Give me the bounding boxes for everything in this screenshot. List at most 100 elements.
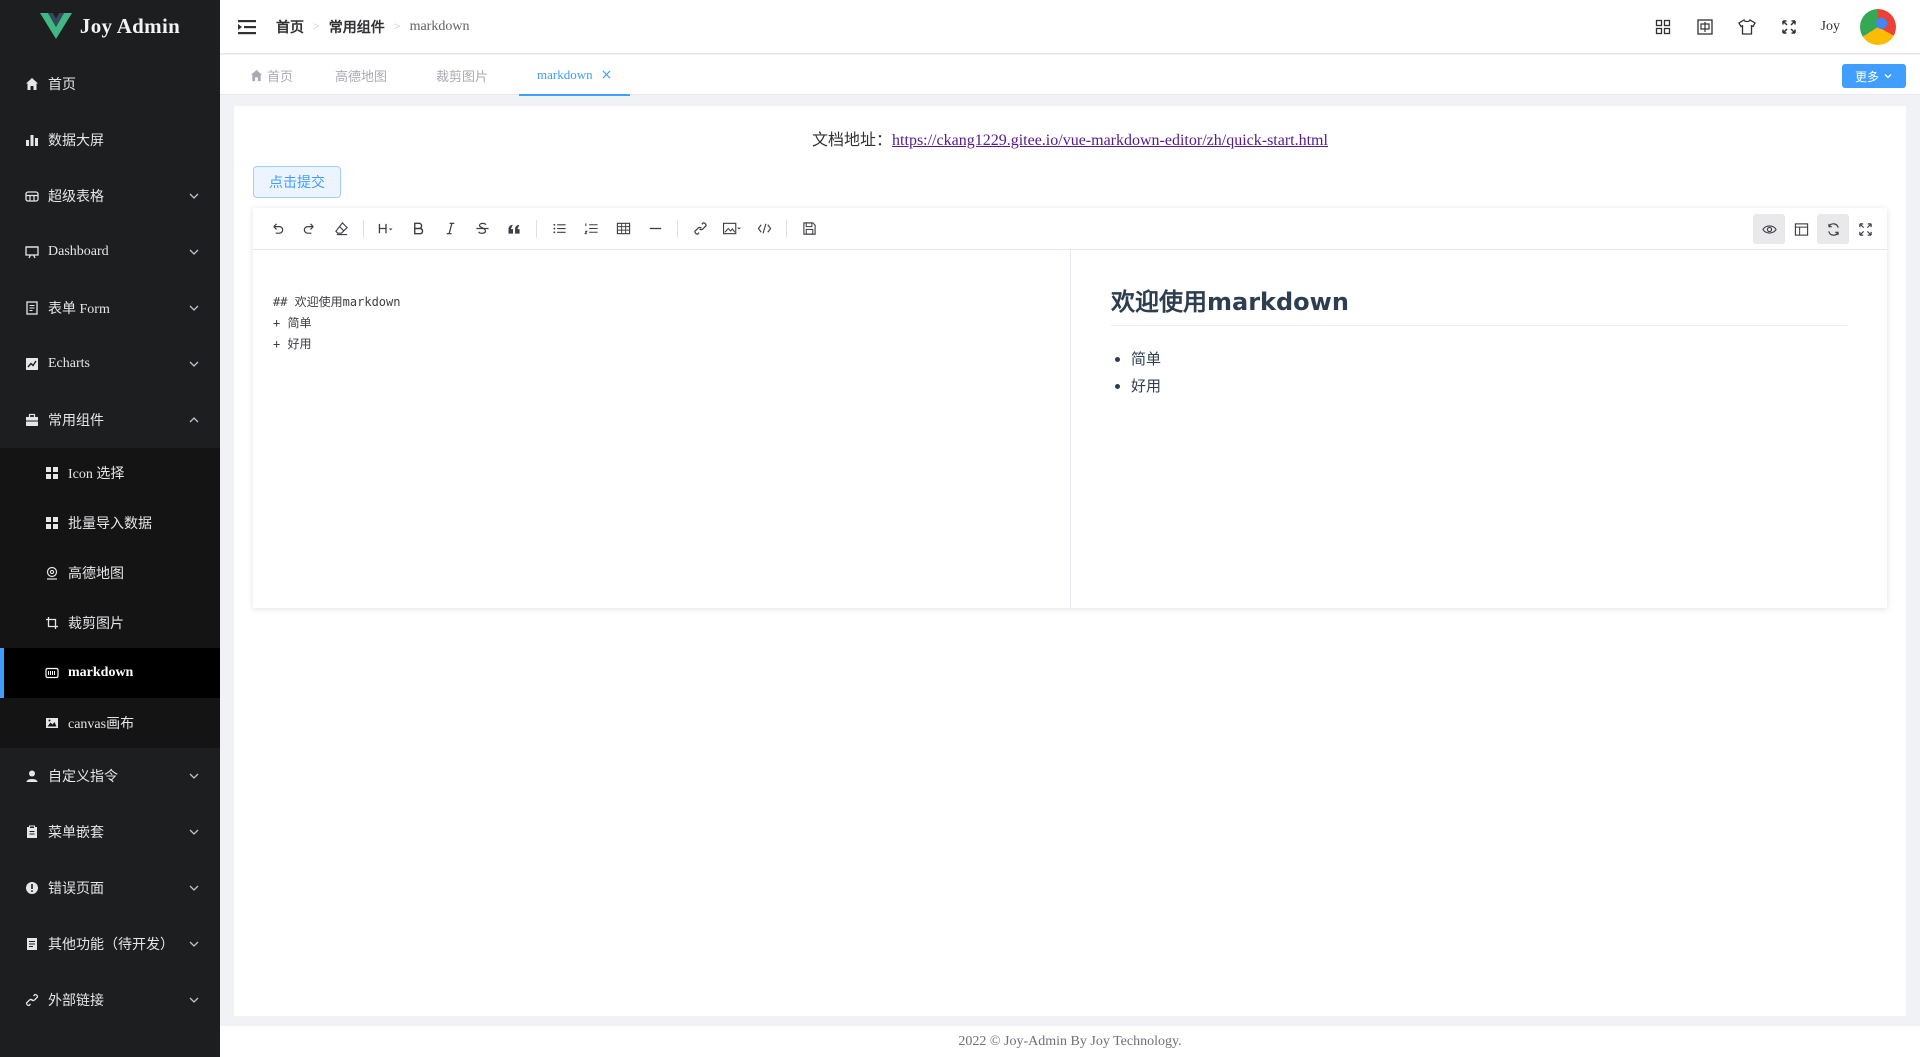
italic-icon[interactable] [434, 214, 466, 244]
tab-crop-image[interactable]: 裁剪图片 [436, 55, 488, 95]
preview-eye-icon[interactable] [1753, 214, 1785, 244]
sidebar-item-label: 自定义指令 [48, 770, 118, 785]
markdown-preview: 欢迎使用markdown 简单 好用 [1071, 250, 1887, 608]
sidebar-item-markdown[interactable]: markdown [0, 648, 220, 698]
sidebar-item-home[interactable]: 首页 [0, 56, 220, 112]
sidebar-item-amap[interactable]: 高德地图 [0, 548, 220, 598]
strikethrough-icon[interactable] [466, 214, 498, 244]
toc-layout-icon[interactable] [1785, 214, 1817, 244]
breadcrumb-item: markdown [409, 18, 470, 34]
sidebar-item-external-link[interactable]: 外部链接 [0, 972, 220, 1028]
breadcrumb-item[interactable]: 首页 [276, 17, 304, 37]
location-icon [44, 565, 60, 581]
link-icon[interactable] [684, 214, 716, 244]
theme-shirt-icon[interactable] [1737, 17, 1757, 37]
clipboard-icon [24, 824, 40, 840]
sidebar-item-icon-select[interactable]: Icon 选择 [0, 448, 220, 498]
sidebar-item-components[interactable]: 常用组件 [0, 392, 220, 448]
markdown-source-textarea[interactable]: ## 欢迎使用markdown + 简单 + 好用 [253, 250, 1071, 608]
chevron-down-icon [189, 829, 199, 835]
sidebar-item-label: 裁剪图片 [68, 617, 124, 632]
image-insert-icon[interactable] [716, 214, 748, 244]
sidebar-item-form[interactable]: 表单 Form [0, 280, 220, 336]
tab-amap[interactable]: 高德地图 [335, 55, 387, 95]
eraser-icon[interactable] [325, 214, 357, 244]
sidebar-item-nested-menu[interactable]: 菜单嵌套 [0, 804, 220, 860]
chevron-down-icon [189, 249, 199, 255]
sidebar-item-echarts[interactable]: Echarts [0, 336, 220, 392]
bold-icon[interactable] [402, 214, 434, 244]
sync-scroll-icon[interactable] [1817, 214, 1849, 244]
editor-toolbar-right [1753, 214, 1881, 244]
sidebar-item-super-table[interactable]: 超级表格 [0, 168, 220, 224]
sidebar-item-label: 数据大屏 [48, 134, 104, 149]
tab-label: 裁剪图片 [436, 68, 489, 84]
document-icon [24, 936, 40, 952]
doc-label: 文档地址： [812, 132, 893, 149]
tab-markdown[interactable]: markdown × [518, 55, 631, 96]
sidebar-item-label: Icon 选择 [68, 467, 125, 482]
sidebar-item-label: 首页 [48, 78, 76, 93]
sidebar-item-label: 菜单嵌套 [48, 826, 104, 841]
sidebar-item-canvas[interactable]: canvas画布 [0, 698, 220, 748]
footer: 2022 © Joy-Admin By Joy Technology. [220, 1026, 1920, 1057]
table-insert-icon[interactable] [607, 214, 639, 244]
doc-link[interactable]: https://ckang1229.gitee.io/vue-markdown-… [892, 132, 1328, 149]
main-card: 文档地址：https://ckang1229.gitee.io/vue-mark… [234, 106, 1906, 1016]
undo-icon[interactable] [261, 214, 293, 244]
language-icon[interactable] [1695, 17, 1715, 37]
form-icon [24, 300, 40, 316]
fullscreen-icon[interactable] [1849, 214, 1881, 244]
code-icon[interactable] [748, 214, 780, 244]
chevron-down-icon [189, 941, 199, 947]
toolbar-divider [363, 219, 364, 238]
unordered-list-icon[interactable] [543, 214, 575, 244]
sidebar-item-label: 外部链接 [48, 994, 104, 1009]
more-tabs-button[interactable]: 更多 [1842, 64, 1906, 88]
layout-grid-icon[interactable] [1653, 17, 1673, 37]
sidebar-item-label: canvas画布 [68, 717, 135, 732]
quote-icon[interactable] [498, 214, 530, 244]
sidebar-item-label: Echarts [48, 356, 90, 371]
sidebar-item-data-screen[interactable]: 数据大屏 [0, 112, 220, 168]
sidebar-item-custom-directive[interactable]: 自定义指令 [0, 748, 220, 804]
tabs-bar: 首页 高德地图 裁剪图片 markdown × 更多 [220, 55, 1920, 96]
toolbar-divider [536, 219, 537, 238]
chevron-right-icon: > [393, 19, 401, 33]
markdown-editor: ## 欢迎使用markdown + 简单 + 好用 欢迎使用markdown 简… [253, 208, 1887, 608]
home-icon [24, 76, 40, 92]
sidebar-item-batch-import[interactable]: 批量导入数据 [0, 498, 220, 548]
chart-icon [24, 356, 40, 372]
username[interactable]: Joy [1821, 19, 1840, 35]
heading-icon[interactable] [370, 214, 402, 244]
tab-label: 首页 [267, 68, 294, 84]
top-header: 首页 > 常用组件 > markdown Joy [220, 0, 1920, 54]
sidebar-item-error-page[interactable]: 错误页面 [0, 860, 220, 916]
list-item: 简单 [1131, 346, 1847, 373]
sidebar-menu: 首页 数据大屏 超级表格 Dashboard 表单 Form Echarts 常… [0, 56, 220, 1028]
menu-fold-icon[interactable] [238, 19, 256, 35]
sidebar-item-crop-image[interactable]: 裁剪图片 [0, 598, 220, 648]
save-icon[interactable] [793, 214, 825, 244]
ordered-list-icon[interactable] [575, 214, 607, 244]
tab-home[interactable]: 首页 [250, 55, 293, 95]
submit-button[interactable]: 点击提交 [253, 166, 341, 198]
close-icon[interactable]: × [601, 67, 613, 83]
preview-heading: 欢迎使用markdown [1111, 282, 1847, 326]
logo[interactable]: Joy Admin [0, 0, 220, 52]
horizontal-rule-icon[interactable] [639, 214, 671, 244]
sidebar-item-other-features[interactable]: 其他功能（待开发） [0, 916, 220, 972]
editor-panes: ## 欢迎使用markdown + 简单 + 好用 欢迎使用markdown 简… [253, 250, 1887, 608]
avatar[interactable] [1860, 9, 1896, 45]
source-line: + 简单 [273, 316, 312, 330]
breadcrumb-item[interactable]: 常用组件 [329, 17, 385, 37]
chevron-down-icon [189, 361, 199, 367]
sidebar-item-label: 超级表格 [48, 190, 104, 205]
sidebar: Joy Admin 首页 数据大屏 超级表格 Dashboard 表单 Form [0, 0, 220, 1057]
tab-label: 高德地图 [335, 68, 388, 84]
redo-icon[interactable] [293, 214, 325, 244]
fullscreen-icon[interactable] [1779, 17, 1799, 37]
toolbar-divider [786, 219, 787, 238]
sidebar-item-dashboard[interactable]: Dashboard [0, 224, 220, 280]
user-icon [24, 768, 40, 784]
